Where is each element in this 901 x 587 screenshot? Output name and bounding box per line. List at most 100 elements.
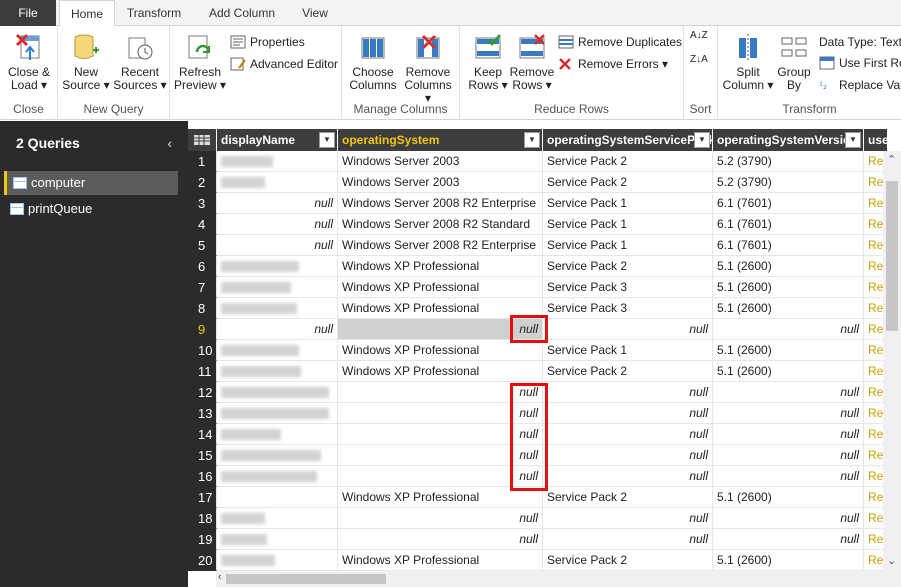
filter-dropdown-icon[interactable]: ▼ (524, 132, 540, 148)
column-header-displayname[interactable]: displayName ▼ (217, 129, 337, 151)
cell-displayname[interactable]: null (217, 319, 338, 340)
cell-osversion[interactable]: null (713, 424, 864, 445)
cell-operatingsystem[interactable]: Windows Server 2008 R2 Standard (338, 214, 543, 235)
cell-osversion[interactable]: null (713, 466, 864, 487)
horizontal-scrollbar[interactable]: ‹ (216, 571, 901, 587)
cell-operatingsystem[interactable]: Windows Server 2008 R2 Enterprise (338, 193, 543, 214)
cell-osversion[interactable]: 6.1 (7601) (713, 214, 864, 235)
cell-osversion[interactable]: 5.1 (2600) (713, 550, 864, 571)
cell-servicepack[interactable]: null (543, 424, 713, 445)
cell-servicepack[interactable]: null (543, 319, 713, 340)
cell-osversion[interactable]: null (713, 319, 864, 340)
cell-operatingsystem[interactable]: Windows Server 2003 (338, 151, 543, 172)
cell-operatingsystem[interactable]: null (338, 529, 543, 550)
sort-ascending-button[interactable]: A↓Z (690, 30, 712, 50)
cell-displayname[interactable] (217, 529, 338, 550)
cell-operatingsystem[interactable]: Windows XP Professional (338, 340, 543, 361)
row-number[interactable]: 14 (188, 424, 217, 445)
cell-osversion[interactable]: null (713, 445, 864, 466)
tab-transform[interactable]: Transform (118, 0, 190, 26)
sort-descending-button[interactable]: Z↓A (690, 54, 712, 74)
cell-operatingsystem[interactable]: Windows XP Professional (338, 277, 543, 298)
filter-dropdown-icon[interactable]: ▼ (319, 132, 335, 148)
query-item-computer[interactable]: computer (4, 171, 178, 195)
cell-displayname[interactable]: null (217, 235, 338, 256)
cell-servicepack[interactable]: null (543, 466, 713, 487)
tab-view[interactable]: View (292, 0, 338, 26)
close-load-button[interactable]: Close & Load ▾ (1, 32, 57, 92)
row-number[interactable]: 5 (188, 235, 217, 256)
row-number[interactable]: 8 (188, 298, 217, 319)
row-number[interactable]: 13 (188, 403, 217, 424)
cell-osversion[interactable]: 5.1 (2600) (713, 298, 864, 319)
row-number[interactable]: 11 (188, 361, 217, 382)
recent-sources-button[interactable]: Recent Sources ▾ (112, 32, 168, 92)
cell-servicepack[interactable]: Service Pack 2 (543, 256, 713, 277)
cell-operatingsystem[interactable]: Windows XP Professional (338, 361, 543, 382)
cell-servicepack[interactable]: Service Pack 2 (543, 550, 713, 571)
cell-servicepack[interactable]: Service Pack 3 (543, 277, 713, 298)
cell-displayname[interactable] (217, 466, 338, 487)
cell-osversion[interactable]: null (713, 403, 864, 424)
remove-rows-button[interactable]: Remove Rows ▾ (504, 32, 560, 92)
cell-servicepack[interactable]: null (543, 508, 713, 529)
column-header-osversion[interactable]: operatingSystemVersion ▼ (713, 129, 863, 151)
cell-displayname[interactable] (217, 151, 338, 172)
row-number[interactable]: 20 (188, 550, 217, 571)
cell-osversion[interactable]: 5.2 (3790) (713, 151, 864, 172)
new-source-button[interactable]: New Source ▾ (58, 32, 114, 92)
row-number[interactable]: 18 (188, 508, 217, 529)
properties-button[interactable]: Properties (230, 32, 305, 52)
row-number[interactable]: 12 (188, 382, 217, 403)
cell-servicepack[interactable]: Service Pack 1 (543, 214, 713, 235)
row-number[interactable]: 7 (188, 277, 217, 298)
table-menu-button[interactable] (188, 129, 216, 151)
scroll-up-icon[interactable]: ⌃ (887, 153, 896, 166)
data-type-button[interactable]: Data Type: Text (819, 32, 901, 52)
row-number[interactable]: 17 (188, 487, 217, 508)
tab-home[interactable]: Home (59, 0, 115, 27)
row-number[interactable]: 1 (188, 151, 217, 172)
vertical-scrollbar[interactable]: ⌃ ⌄ (883, 151, 901, 571)
cell-servicepack[interactable]: null (543, 403, 713, 424)
cell-displayname[interactable] (217, 403, 338, 424)
cell-osversion[interactable]: 6.1 (7601) (713, 235, 864, 256)
filter-dropdown-icon[interactable]: ▼ (694, 132, 710, 148)
cell-osversion[interactable]: 6.1 (7601) (713, 193, 864, 214)
cell-displayname[interactable] (217, 298, 338, 319)
scrollbar-thumb[interactable] (886, 181, 898, 331)
row-number[interactable]: 10 (188, 340, 217, 361)
cell-servicepack[interactable]: Service Pack 2 (543, 172, 713, 193)
cell-osversion[interactable]: null (713, 529, 864, 550)
cell-operatingsystem[interactable]: Windows XP Professional (338, 550, 543, 571)
row-number[interactable]: 15 (188, 445, 217, 466)
cell-osversion[interactable]: 5.1 (2600) (713, 361, 864, 382)
cell-operatingsystem[interactable]: Windows Server 2008 R2 Enterprise (338, 235, 543, 256)
row-number[interactable]: 16 (188, 466, 217, 487)
tab-add-column[interactable]: Add Column (196, 0, 288, 26)
cell-displayname[interactable] (217, 424, 338, 445)
cell-displayname[interactable] (217, 487, 338, 508)
cell-servicepack[interactable]: Service Pack 3 (543, 298, 713, 319)
cell-servicepack[interactable]: Service Pack 1 (543, 193, 713, 214)
cell-servicepack[interactable]: Service Pack 2 (543, 361, 713, 382)
row-number[interactable]: 3 (188, 193, 217, 214)
cell-servicepack[interactable]: Service Pack 1 (543, 340, 713, 361)
cell-servicepack[interactable]: null (543, 529, 713, 550)
scrollbar-thumb[interactable] (226, 574, 386, 584)
cell-operatingsystem[interactable]: Windows XP Professional (338, 256, 543, 277)
cell-osversion[interactable]: 5.2 (3790) (713, 172, 864, 193)
cell-osversion[interactable]: null (713, 382, 864, 403)
cell-operatingsystem[interactable]: null (338, 508, 543, 529)
scroll-down-icon[interactable]: ⌄ (887, 554, 896, 567)
cell-displayname[interactable] (217, 340, 338, 361)
replace-values-button[interactable]: ¹₂ Replace Val (819, 75, 901, 95)
query-item-printqueue[interactable]: printQueue (4, 197, 178, 221)
cell-displayname[interactable] (217, 277, 338, 298)
cell-osversion[interactable]: null (713, 508, 864, 529)
cell-displayname[interactable]: null (217, 214, 338, 235)
cell-displayname[interactable] (217, 361, 338, 382)
use-first-row-button[interactable]: Use First Ro (819, 53, 901, 73)
cell-servicepack[interactable]: null (543, 382, 713, 403)
cell-displayname[interactable] (217, 550, 338, 571)
